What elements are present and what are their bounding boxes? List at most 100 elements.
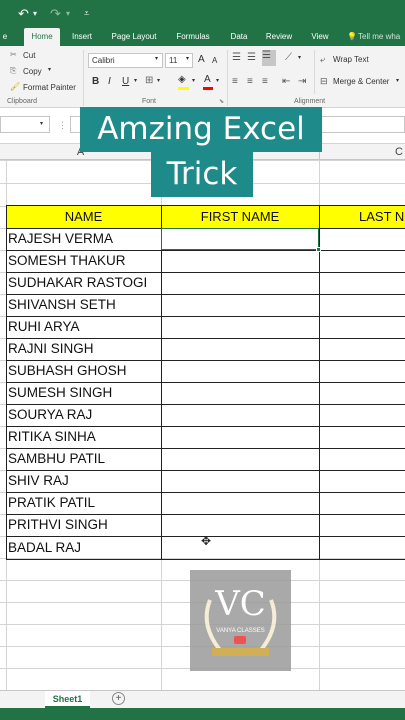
column-header-c[interactable]: C	[319, 144, 405, 160]
align-center-icon[interactable]: ≡	[247, 76, 253, 87]
table-border	[6, 205, 405, 206]
underline-button[interactable]: U	[122, 76, 129, 87]
copy-icon: ⎘	[10, 66, 17, 75]
chevron-down-icon[interactable]: ▾	[216, 77, 219, 84]
selected-cell[interactable]	[161, 228, 319, 250]
title-bar: ↶ ▾ ↷ ▾ ⩡	[0, 0, 405, 28]
chevron-down-icon[interactable]: ▾	[396, 77, 399, 84]
dialog-launcher-icon[interactable]: ⬊	[219, 98, 224, 105]
merge-center-button[interactable]: Merge & Center	[333, 77, 389, 86]
cell-name[interactable]: SUMESH SINGH	[8, 382, 112, 404]
font-color-swatch	[203, 87, 213, 90]
align-bottom-icon[interactable]: ☰	[262, 50, 276, 66]
chevron-down-icon[interactable]: ▾	[298, 54, 301, 61]
grow-font-button[interactable]: A	[198, 54, 205, 65]
chevron-down-icon[interactable]: ▾	[157, 77, 160, 84]
sheet-tab-bar: Sheet1 +	[0, 690, 405, 708]
ribbon-home: ✂ Cut ⎘ Copy ▾ 🖌 Format Painter Clipboar…	[0, 46, 405, 108]
cell-name[interactable]: SUBHASH GHOSH	[8, 360, 127, 382]
cell-name[interactable]: PRATIK PATIL	[8, 492, 95, 514]
plus-icon[interactable]: +	[112, 692, 125, 705]
table-border	[6, 559, 405, 560]
chevron-down-icon[interactable]: ▾	[33, 9, 37, 18]
tab-review[interactable]: Review	[260, 28, 298, 46]
alignment-group-label: Alignment	[294, 98, 326, 105]
cell-name[interactable]: SHIV RAJ	[8, 470, 69, 492]
chevron-down-icon[interactable]: ▾	[192, 77, 195, 84]
chevron-down-icon[interactable]: ▾	[155, 55, 158, 62]
undo-icon[interactable]: ↶	[18, 6, 29, 22]
format-painter-button[interactable]: Format Painter	[23, 83, 76, 92]
cell-name[interactable]: RAJNI SINGH	[8, 338, 94, 360]
font-name-select[interactable]: Calibri	[88, 53, 163, 68]
watermark-initials: VC	[215, 584, 266, 624]
header-last-name[interactable]: LAST N	[319, 206, 405, 228]
wrap-text-button[interactable]: Wrap Text	[333, 55, 369, 64]
align-left-icon[interactable]: ≡	[232, 76, 238, 87]
decrease-indent-icon[interactable]: ⇤	[282, 76, 290, 87]
shrink-font-button[interactable]: A	[212, 56, 217, 65]
tab-home[interactable]: Home	[24, 28, 60, 46]
header-name[interactable]: NAME	[6, 206, 161, 228]
font-group-label: Font	[142, 98, 157, 105]
orientation-icon[interactable]: ⟋	[285, 52, 292, 63]
bold-button[interactable]: B	[92, 76, 99, 87]
cell-name[interactable]: SAMBHU PATIL	[8, 448, 105, 470]
chevron-down-icon[interactable]: ▾	[134, 77, 137, 84]
customize-icon[interactable]: ⩡	[84, 8, 89, 19]
cell-name[interactable]: RUHI ARYA	[8, 316, 80, 338]
borders-icon[interactable]: ⊞	[145, 75, 153, 86]
overlay-title-line2: Trick	[151, 152, 253, 197]
header-first-name[interactable]: FIRST NAME	[161, 206, 319, 228]
redo-icon[interactable]: ↷	[50, 6, 61, 22]
tab-view[interactable]: View	[306, 28, 334, 46]
fill-color-icon[interactable]: ◈	[178, 74, 186, 85]
divider	[314, 50, 315, 94]
scissors-icon: ✂	[10, 50, 17, 59]
divider	[83, 50, 84, 106]
cell-name[interactable]: RITIKA SINHA	[8, 426, 96, 448]
lightbulb-icon: 💡	[347, 32, 357, 41]
more-options-icon[interactable]: ⋮	[58, 120, 67, 131]
cursor-icon: ✥	[201, 534, 212, 548]
increase-indent-icon[interactable]: ⇥	[298, 76, 306, 87]
table-border	[6, 205, 7, 560]
tab-page-layout[interactable]: Page Layout	[106, 28, 162, 46]
table-border	[319, 205, 320, 560]
copy-button[interactable]: Copy	[23, 67, 42, 76]
play-icon	[234, 636, 246, 644]
table-header-row: NAME FIRST NAME LAST N	[6, 206, 405, 228]
overlay-title-line1: Amzing Excel	[80, 107, 322, 152]
cell-name[interactable]: SOURYA RAJ	[8, 404, 92, 426]
status-bar	[0, 708, 405, 720]
tab-file[interactable]: e	[0, 28, 10, 46]
chevron-down-icon[interactable]: ▾	[186, 55, 189, 62]
tell-me-box[interactable]: Tell me wha	[358, 28, 405, 46]
sheet-tab-sheet1[interactable]: Sheet1	[45, 691, 90, 708]
tab-formulas[interactable]: Formulas	[170, 28, 216, 46]
chevron-down-icon[interactable]: ▾	[66, 9, 70, 18]
align-middle-icon[interactable]: ☰	[247, 52, 256, 63]
table-border	[161, 205, 162, 560]
cell-name[interactable]: SHIVANSH SETH	[8, 294, 116, 316]
cell-name[interactable]: SUDHAKAR RASTOGI	[8, 272, 147, 294]
cell-name[interactable]: PRITHVI SINGH	[8, 514, 108, 536]
italic-button[interactable]: I	[108, 76, 111, 87]
align-right-icon[interactable]: ≡	[262, 76, 268, 87]
font-color-icon[interactable]: A	[204, 74, 211, 85]
tab-data[interactable]: Data	[225, 28, 253, 46]
align-top-icon[interactable]: ☰	[232, 52, 241, 63]
chevron-down-icon[interactable]: ▾	[48, 66, 51, 73]
fill-color-swatch	[178, 87, 189, 90]
chevron-down-icon[interactable]: ▾	[40, 120, 43, 127]
paintbrush-icon: 🖌	[10, 82, 21, 91]
wrap-text-icon[interactable]: ⤶	[320, 54, 325, 65]
merge-center-icon[interactable]: ⊟	[320, 76, 328, 87]
cell-name[interactable]: SOMESH THAKUR	[8, 250, 126, 272]
fill-handle[interactable]	[316, 247, 321, 252]
tab-insert[interactable]: Insert	[66, 28, 98, 46]
cell-name[interactable]: RAJESH VERMA	[8, 228, 113, 250]
cut-button[interactable]: Cut	[23, 51, 35, 60]
ribbon-tabs: e Home Insert Page Layout Formulas Data …	[0, 28, 405, 46]
cell-name[interactable]: BADAL RAJ	[8, 537, 81, 559]
